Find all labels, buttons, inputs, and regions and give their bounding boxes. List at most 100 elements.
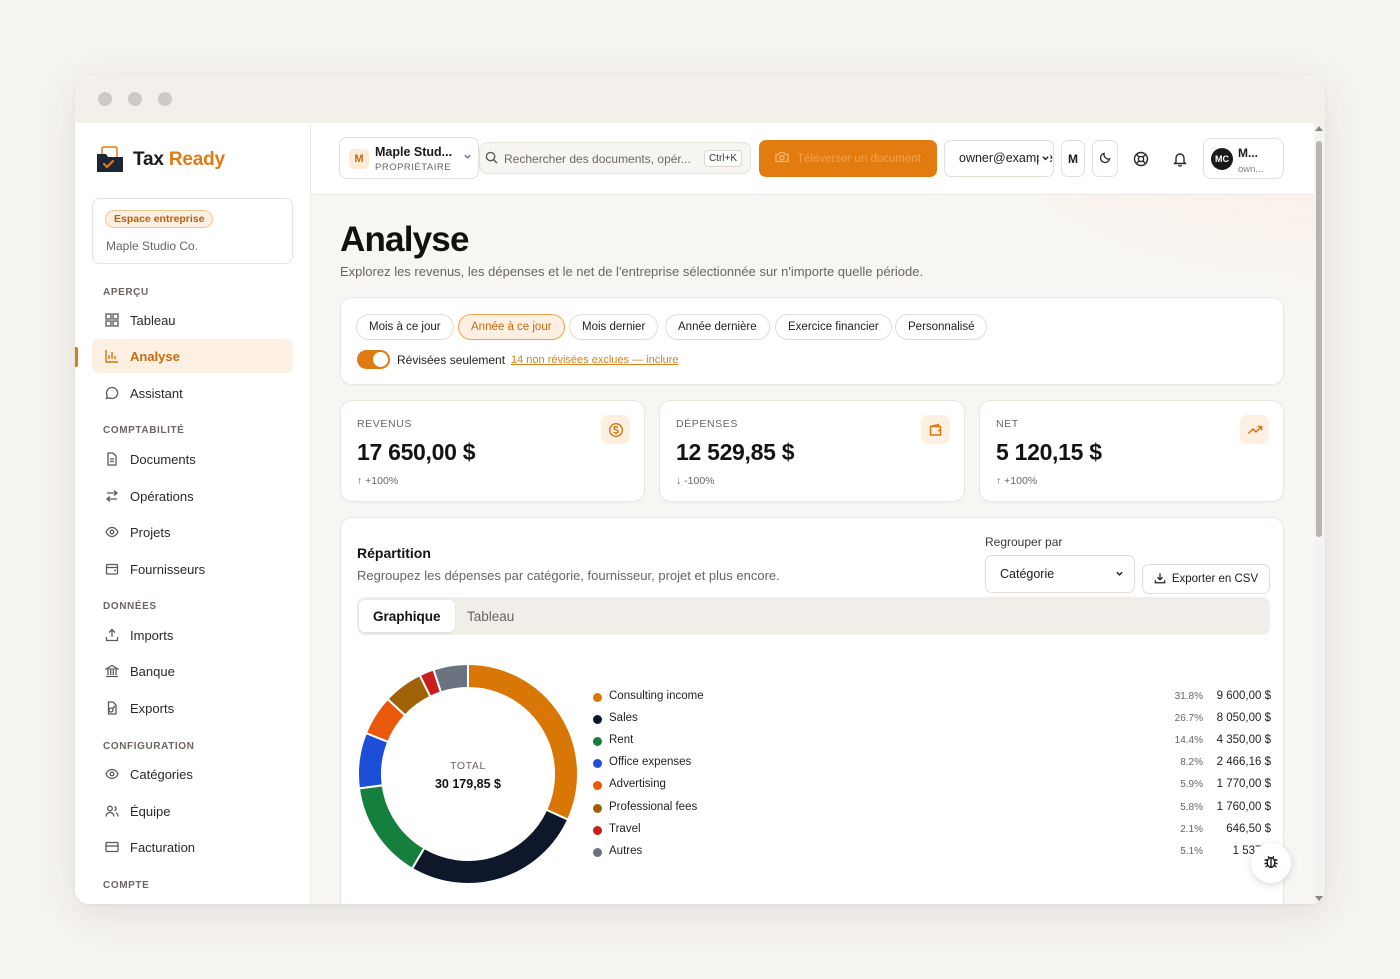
legend-item[interactable]: Consulting income 31.8% 9 600,00 $ xyxy=(593,689,1271,707)
sidebar-item-banque[interactable]: Banque xyxy=(92,654,293,688)
view-tabs: Graphique Tableau xyxy=(357,597,1270,635)
account-email-select[interactable]: owner@example.com xyxy=(944,140,1054,177)
legend-label: Consulting income xyxy=(609,690,704,702)
donut-chart: TOTAL 30 179,85 $ xyxy=(355,661,581,887)
legend-label: Travel xyxy=(609,822,641,835)
kpi-card-net: NET 5 120,15 $ ↑ +100% xyxy=(979,400,1284,502)
theme-toggle-button[interactable] xyxy=(1092,140,1118,177)
browser-window: Tax Ready Espace entreprise Maple Studio… xyxy=(75,75,1325,904)
wallet-icon xyxy=(921,415,950,444)
chip-annee-derniere[interactable]: Année dernière xyxy=(665,314,770,340)
donut-slice-consulting-income[interactable] xyxy=(467,662,579,821)
legend-item[interactable]: Autres 5.1% 1 537,1 xyxy=(593,844,1271,862)
search-box[interactable]: Ctrl+K xyxy=(479,142,751,174)
sidebar-item-label: Analyse xyxy=(130,348,180,364)
sidebar-item-exports[interactable]: Exports xyxy=(92,691,293,725)
export-csv-button[interactable]: Exporter en CSV xyxy=(1142,564,1270,594)
workspace-badge: Espace entreprise xyxy=(105,210,214,228)
legend-item[interactable]: Advertising 5.9% 1 770,00 $ xyxy=(593,777,1271,795)
sidebar-item-label: Catégories xyxy=(130,766,193,782)
brand[interactable]: Tax Ready xyxy=(95,143,225,177)
group-by-select[interactable]: Catégorie xyxy=(985,555,1135,593)
sidebar-item-facturation[interactable]: Facturation xyxy=(92,830,293,864)
window-maximize-dot[interactable] xyxy=(158,92,172,106)
donut-chart-svg: TOTAL 30 179,85 $ xyxy=(357,662,579,885)
trend-up-icon xyxy=(1240,415,1269,444)
scroll-down-arrow-icon[interactable] xyxy=(1315,896,1323,901)
legend-amount: 4 350,00 $ xyxy=(1216,734,1271,747)
sidebar-item-fournisseurs[interactable]: Fournisseurs xyxy=(92,552,293,586)
sidebar: Tax Ready Espace entreprise Maple Studio… xyxy=(75,123,311,904)
legend-item[interactable]: Office expenses 8.2% 2 466,16 $ xyxy=(593,755,1271,773)
chip-exercice-financier[interactable]: Exercice financier xyxy=(775,314,892,340)
group-by-label: Regrouper par xyxy=(985,535,1063,549)
upload-document-button[interactable]: Téléverser un document xyxy=(759,140,937,177)
legend-item[interactable]: Travel 2.1% 646,50 $ xyxy=(593,822,1271,840)
sidebar-item-projets[interactable]: Projets xyxy=(92,515,293,549)
user-menu[interactable]: MC M... own... xyxy=(1203,138,1284,179)
bell-icon[interactable] xyxy=(1170,149,1190,169)
legend-swatch xyxy=(593,803,602,813)
sidebar-item-categories[interactable]: Catégories xyxy=(92,757,293,791)
sidebar-item-equipe[interactable]: Équipe xyxy=(92,794,293,828)
nav-section-donnees: DONNÉES xyxy=(103,601,157,612)
vertical-scrollbar[interactable] xyxy=(1314,123,1325,904)
sidebar-item-operations[interactable]: Opérations xyxy=(92,479,293,513)
legend-percent: 5.1% xyxy=(1180,845,1203,857)
scroll-up-arrow-icon[interactable] xyxy=(1315,126,1323,131)
chat-bubble-icon xyxy=(104,385,120,401)
legend-item[interactable]: Rent 14.4% 4 350,00 $ xyxy=(593,733,1271,751)
credit-card-icon xyxy=(104,839,120,855)
sidebar-item-analyse[interactable]: Analyse xyxy=(92,339,293,373)
include-unreviewed-link[interactable]: 14 non révisées exclues — inclure xyxy=(511,354,679,366)
help-lifebuoy-icon[interactable] xyxy=(1131,149,1151,169)
legend-swatch xyxy=(593,847,602,857)
workspace-card[interactable]: Espace entreprise Maple Studio Co. xyxy=(92,198,293,264)
chip-annee-a-ce-jour[interactable]: Année à ce jour xyxy=(458,314,565,340)
chip-personnalise[interactable]: Personnalisé xyxy=(895,314,988,340)
tab-tableau[interactable]: Tableau xyxy=(453,600,528,632)
chip-mois-dernier[interactable]: Mois dernier xyxy=(569,314,659,340)
search-icon xyxy=(485,151,499,165)
search-input[interactable] xyxy=(504,149,690,169)
download-icon xyxy=(1154,572,1166,587)
chip-mois-a-ce-jour[interactable]: Mois à ce jour xyxy=(356,314,454,340)
kpi-value: 12 529,85 $ xyxy=(676,439,795,465)
legend-item[interactable]: Sales 26.7% 8 050,00 $ xyxy=(593,711,1271,729)
sidebar-item-documents[interactable]: Documents xyxy=(92,442,293,476)
sidebar-item-label: Assistant xyxy=(130,385,183,401)
sidebar-item-assistant[interactable]: Assistant xyxy=(92,376,293,410)
debug-bug-button[interactable] xyxy=(1251,843,1291,883)
donut-slice-sales[interactable] xyxy=(410,808,570,885)
page-title: Analyse xyxy=(340,220,469,259)
window-close-dot[interactable] xyxy=(98,92,112,106)
scrollbar-thumb[interactable] xyxy=(1316,141,1322,537)
sidebar-item-label: Exports xyxy=(130,700,175,716)
bank-icon xyxy=(104,663,120,679)
legend-item[interactable]: Professional fees 5.8% 1 760,00 $ xyxy=(593,800,1271,818)
main-content: M Maple Stud... PROPRIÉTAIRE Ctrl+K Télé… xyxy=(311,123,1325,904)
page-subtitle: Explorez les revenus, les dépenses et le… xyxy=(340,264,924,279)
legend-percent: 31.8% xyxy=(1174,691,1203,702)
legend-label: Autres xyxy=(609,844,643,857)
language-button[interactable]: M xyxy=(1061,140,1085,177)
camera-icon xyxy=(775,151,789,166)
legend-swatch xyxy=(593,715,602,725)
search-shortcut: Ctrl+K xyxy=(703,150,742,167)
sidebar-item-imports[interactable]: Imports xyxy=(92,618,293,652)
donut-slice-rent[interactable] xyxy=(357,784,426,871)
legend-swatch xyxy=(593,825,602,835)
window-minimize-dot[interactable] xyxy=(128,92,142,106)
document-icon xyxy=(104,451,120,467)
donut-slice-office-expenses[interactable] xyxy=(357,731,390,790)
reviewed-only-toggle[interactable] xyxy=(357,350,390,369)
tab-graphique[interactable]: Graphique xyxy=(359,600,455,632)
sidebar-item-tableau[interactable]: Tableau xyxy=(92,303,293,337)
group-by-value: Catégorie xyxy=(1000,567,1055,581)
legend-label: Professional fees xyxy=(609,800,698,813)
sidebar-item-label: Documents xyxy=(130,451,196,467)
org-switcher[interactable]: M Maple Stud... PROPRIÉTAIRE xyxy=(339,137,479,179)
moon-icon xyxy=(1099,151,1112,167)
period-filter-card: Mois à ce jour Année à ce jour Mois dern… xyxy=(340,297,1284,385)
nav-section-comptabilite: COMPTABILITÉ xyxy=(103,425,185,436)
